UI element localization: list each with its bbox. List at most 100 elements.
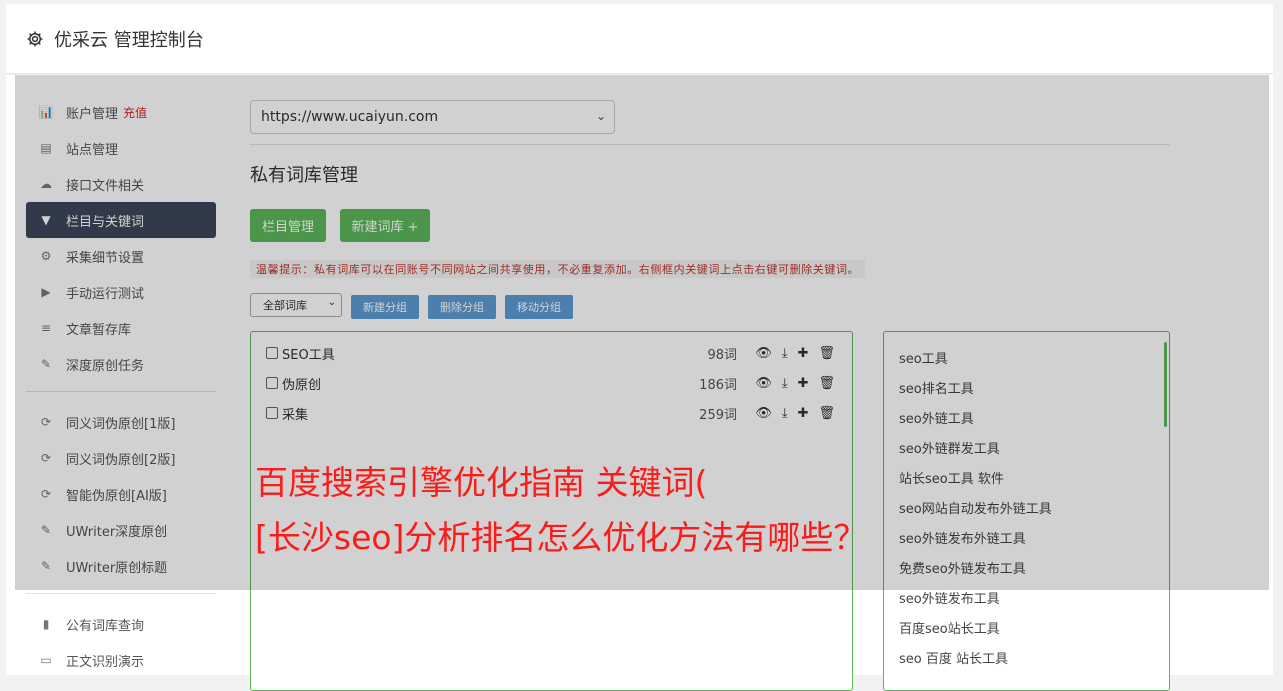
group-count: 259词: [699, 407, 737, 423]
group-actions: 👁 ⤓ ✚ 🗑: [755, 376, 835, 391]
refresh-icon: ⟳: [40, 415, 52, 429]
lexicon-filter-select[interactable]: 全部词库 ⌄: [250, 293, 342, 317]
sidebar-item-label: 同义词伪原创[1版]: [66, 416, 176, 432]
group-name: 采集: [282, 407, 309, 423]
plus-icon[interactable]: ✚: [798, 406, 809, 421]
group-count: 186词: [699, 377, 737, 393]
refresh-icon: ⟳: [40, 451, 52, 465]
chevron-down-icon: ⌄: [595, 109, 606, 123]
group-name: SEO工具: [282, 347, 335, 363]
group-actions: 👁 ⤓ ✚ 🗑: [755, 406, 835, 421]
app-title: 优采云 管理控制台: [54, 29, 204, 51]
sidebar-item-uwriter-title[interactable]: ✎ UWriter原创标题: [26, 548, 216, 584]
main-area: 📊 账户管理 充值 ▤ 站点管理 ☁ 接口文件相关 ▼ 栏目与关键词 ⚙ 采集细…: [6, 75, 1273, 691]
sidebar-item-collect-settings[interactable]: ⚙ 采集细节设置: [26, 238, 216, 274]
sidebar-item-label: UWriter深度原创: [66, 524, 168, 540]
sidebar-item-ai-rewrite[interactable]: ⟳ 智能伪原创[AI版]: [26, 476, 216, 512]
group-name: 伪原创: [282, 377, 322, 393]
delete-group-button[interactable]: 删除分组: [428, 295, 496, 319]
eye-icon[interactable]: 👁: [755, 346, 772, 361]
sidebar-item-label: 栏目与关键词: [66, 214, 145, 230]
sidebar-item-label: 账户管理: [66, 106, 119, 122]
eye-icon[interactable]: 👁: [755, 406, 772, 421]
group-row: 伪原创 186词 👁 ⤓ ✚ 🗑: [266, 372, 841, 394]
recharge-link[interactable]: 充值: [123, 104, 147, 121]
sidebar-item-label: UWriter原创标题: [66, 560, 168, 576]
book-icon: ▮: [42, 617, 50, 631]
sidebar-item-deep-original[interactable]: ✎ 深度原创任务: [26, 346, 216, 382]
overlay-headline: 百度搜索引擎优化指南 关键词( [长沙seo]分析排名怎么优化方法有哪些？: [255, 455, 1155, 565]
group-row: SEO工具 98词 👁 ⤓ ✚ 🗑: [266, 342, 841, 364]
site-select[interactable]: https://www.ucaiyun.com ⌄: [250, 100, 615, 134]
sidebar-divider: [26, 391, 216, 392]
keyword-item[interactable]: 百度seo站长工具: [899, 618, 1000, 637]
sidebar-item-interface-files[interactable]: ☁ 接口文件相关: [26, 166, 216, 202]
edit-icon: ✎: [40, 523, 52, 537]
sidebar-item-text-recognition[interactable]: ▭ 正文识别演示: [26, 642, 216, 678]
refresh-icon: ⟳: [40, 487, 52, 501]
scrollbar[interactable]: [1164, 342, 1167, 427]
sidebar-item-label: 同义词伪原创[2版]: [66, 452, 176, 468]
edit-icon: ✎: [40, 357, 52, 371]
top-bar: 优采云 管理控制台: [6, 4, 1273, 74]
chevron-down-icon: ⌄: [327, 297, 336, 308]
sidebar-item-label: 智能伪原创[AI版]: [66, 488, 167, 504]
sidebar-item-manual-run[interactable]: ▶ 手动运行测试: [26, 274, 216, 310]
sidebar-item-label: 文章暂存库: [66, 322, 132, 338]
keyword-item[interactable]: seo工具: [899, 348, 948, 367]
keyword-item[interactable]: seo外链发布工具: [899, 588, 1000, 607]
download-icon[interactable]: ⤓: [782, 346, 788, 361]
gear-icon: [27, 31, 43, 46]
move-group-button[interactable]: 移动分组: [505, 295, 573, 319]
trash-icon[interactable]: 🗑: [818, 406, 835, 421]
sidebar-divider: [26, 593, 216, 594]
group-checkbox[interactable]: [266, 407, 278, 419]
plus-icon[interactable]: ✚: [798, 346, 809, 361]
bar-chart-icon: 📊: [38, 105, 54, 119]
tip-text: 温馨提示：私有词库可以在同账号不同网站之间共享使用，不必重复添加。右侧框内关键词…: [250, 260, 866, 278]
cogs-icon: ⚙: [40, 249, 52, 263]
cloud-upload-icon: ☁: [40, 177, 52, 191]
group-actions: 👁 ⤓ ✚ 🗑: [755, 346, 835, 361]
download-icon[interactable]: ⤓: [782, 376, 788, 391]
group-checkbox[interactable]: [266, 347, 278, 359]
group-checkbox[interactable]: [266, 377, 278, 389]
sidebar-item-label: 采集细节设置: [66, 250, 145, 266]
page-title: 私有词库管理: [250, 165, 358, 186]
group-count: 98词: [707, 347, 737, 363]
keyword-item[interactable]: seo外链工具: [899, 408, 974, 427]
database-icon: ≡: [40, 321, 52, 335]
group-row: 采集 259词 👁 ⤓ ✚ 🗑: [266, 402, 841, 424]
divider: [250, 144, 1170, 145]
sidebar-item-sites[interactable]: ▤ 站点管理: [26, 130, 216, 166]
sidebar-item-article-storage[interactable]: ≡ 文章暂存库: [26, 310, 216, 346]
new-group-button[interactable]: 新建分组: [351, 295, 419, 319]
headline-line-2: [长沙seo]分析排名怎么优化方法有哪些？: [255, 518, 867, 557]
sidebar-item-columns-keywords[interactable]: ▼ 栏目与关键词: [26, 202, 216, 238]
headline-line-1: 百度搜索引擎优化指南 关键词(: [255, 463, 708, 502]
filter-icon: ▼: [41, 213, 51, 227]
new-lexicon-button[interactable]: 新建词库 +: [340, 209, 430, 242]
sidebar-item-public-lexicon[interactable]: ▮ 公有词库查询: [26, 606, 216, 642]
sidebar-item-account[interactable]: 📊 账户管理 充值: [26, 94, 216, 130]
trash-icon[interactable]: 🗑: [818, 376, 835, 391]
sidebar-item-uwriter-deep[interactable]: ✎ UWriter深度原创: [26, 512, 216, 548]
eye-icon[interactable]: 👁: [755, 376, 772, 391]
sidebar-item-label: 手动运行测试: [66, 286, 145, 302]
keyword-item[interactable]: seo 百度 站长工具: [899, 648, 1008, 667]
sidebar-item-synonym-v1[interactable]: ⟳ 同义词伪原创[1版]: [26, 404, 216, 440]
sidebar-item-label: 公有词库查询: [66, 618, 145, 634]
sidebar-item-label: 深度原创任务: [66, 358, 145, 374]
download-icon[interactable]: ⤓: [782, 406, 788, 421]
plus-icon[interactable]: ✚: [798, 376, 809, 391]
sidebar-item-synonym-v2[interactable]: ⟳ 同义词伪原创[2版]: [26, 440, 216, 476]
columns-button[interactable]: 栏目管理: [250, 209, 326, 242]
lexicon-filter-value: 全部词库: [263, 299, 307, 312]
monitor-icon: ▭: [40, 653, 52, 667]
site-select-value: https://www.ucaiyun.com: [261, 109, 439, 125]
play-circle-icon: ▶: [41, 285, 51, 299]
server-icon: ▤: [40, 141, 52, 155]
keyword-item[interactable]: seo排名工具: [899, 378, 974, 397]
edit-icon: ✎: [40, 559, 52, 573]
trash-icon[interactable]: 🗑: [818, 346, 835, 361]
